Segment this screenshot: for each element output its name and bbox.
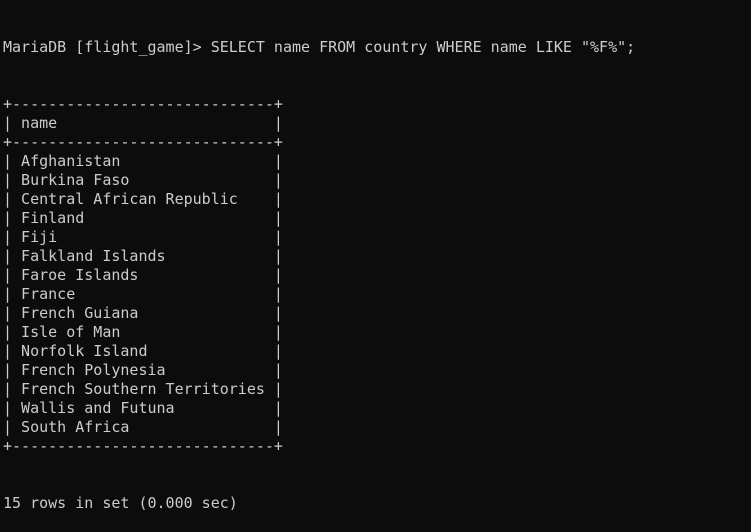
table-row: | French Guiana | — [3, 304, 283, 322]
table-row: | Norfolk Island | — [3, 342, 283, 360]
result-summary: 15 rows in set (0.000 sec) — [3, 494, 238, 512]
terminal-output[interactable]: MariaDB [flight_game]> SELECT name FROM … — [3, 0, 635, 532]
table-row: | Fiji | — [3, 228, 283, 246]
command-line: MariaDB [flight_game]> SELECT name FROM … — [3, 38, 635, 57]
table-row: | Burkina Faso | — [3, 171, 283, 189]
table-row: | France | — [3, 285, 283, 303]
table-row: | Faroe Islands | — [3, 266, 283, 284]
table-row: | French Southern Territories | — [3, 380, 283, 398]
result-table: +-----------------------------+ | name | +… — [3, 95, 635, 456]
table-border: +-----------------------------+ — [3, 133, 283, 151]
table-row: | Central African Republic | — [3, 190, 283, 208]
table-border: +-----------------------------+ — [3, 437, 283, 455]
table-row: | Isle of Man | — [3, 323, 283, 341]
sql-command: SELECT name FROM country WHERE name LIKE… — [210, 38, 636, 56]
table-border: +-----------------------------+ — [3, 95, 283, 113]
table-row: | Finland | — [3, 209, 283, 227]
prompt: MariaDB [flight_game]> — [3, 38, 211, 56]
table-row: | French Polynesia | — [3, 361, 283, 379]
table-row: | South Africa | — [3, 418, 283, 436]
table-row: | Falkland Islands | — [3, 247, 283, 265]
table-header: | name | — [3, 114, 283, 132]
table-row: | Afghanistan | — [3, 152, 283, 170]
